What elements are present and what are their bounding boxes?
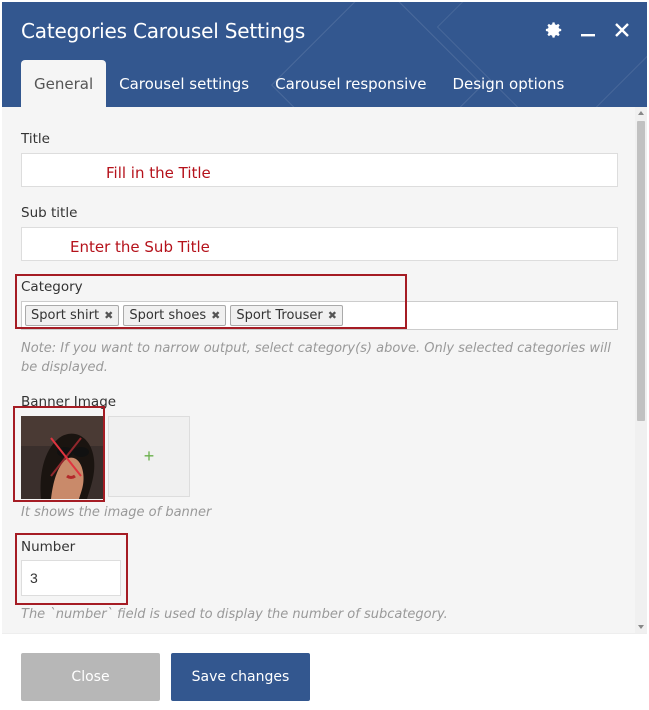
banner-help: It shows the image of banner	[21, 505, 212, 520]
scroll-down-arrow[interactable]	[638, 625, 644, 629]
window-controls	[543, 18, 633, 42]
number-input[interactable]: 3	[21, 560, 121, 596]
category-chip: Sport shirt ✖	[25, 305, 120, 326]
tab-general[interactable]: General	[21, 60, 107, 107]
close-button[interactable]: Close	[21, 653, 160, 701]
subtitle-label: Sub title	[21, 205, 78, 221]
chip-label: Sport shirt	[31, 308, 100, 323]
banner-image-thumbnail[interactable]	[21, 416, 104, 499]
tab-carousel-settings[interactable]: Carousel settings	[106, 60, 262, 107]
subtitle-hint: Enter the Sub Title	[70, 238, 210, 256]
category-select[interactable]: Sport shirt ✖ Sport shoes ✖ Sport Trouse…	[21, 301, 618, 330]
remove-chip-icon[interactable]: ✖	[211, 309, 220, 322]
tab-bar: General Carousel settings Carousel respo…	[21, 60, 577, 107]
banner-image-label: Banner Image	[21, 394, 117, 410]
title-hint: Fill in the Title	[106, 164, 211, 182]
remove-chip-icon[interactable]: ✖	[104, 309, 113, 322]
number-label: Number	[21, 539, 76, 555]
category-note: Note: If you want to narrow output, sele…	[21, 341, 611, 375]
close-icon[interactable]	[611, 18, 633, 42]
number-help: The `number` field is used to display th…	[21, 607, 448, 622]
dialog-footer: Close Save changes	[2, 633, 647, 710]
scrollbar-thumb[interactable]	[637, 121, 645, 421]
category-chip: Sport Trouser ✖	[230, 305, 343, 326]
dialog-title: Categories Carousel Settings	[21, 19, 306, 43]
tab-carousel-responsive[interactable]: Carousel responsive	[262, 60, 439, 107]
remove-chip-icon[interactable]: ✖	[328, 309, 337, 322]
title-label: Title	[21, 131, 50, 147]
scrollbar[interactable]	[635, 107, 647, 633]
minimize-icon[interactable]	[577, 18, 599, 42]
settings-panel: Title Fill in the Title Sub title Enter …	[2, 107, 647, 633]
title-input[interactable]: Fill in the Title	[21, 153, 618, 187]
category-label: Category	[21, 279, 83, 295]
dialog-header: Categories Carousel Settings General Car…	[2, 2, 647, 107]
tab-design-options[interactable]: Design options	[439, 60, 577, 107]
chip-label: Sport Trouser	[236, 308, 323, 323]
chip-label: Sport shoes	[129, 308, 207, 323]
gear-icon[interactable]	[543, 18, 565, 42]
add-image-button[interactable]: +	[108, 416, 190, 497]
category-chip: Sport shoes ✖	[123, 305, 227, 326]
subtitle-input[interactable]: Enter the Sub Title	[21, 227, 618, 261]
save-changes-button[interactable]: Save changes	[171, 653, 310, 701]
scroll-up-arrow[interactable]	[638, 111, 644, 115]
